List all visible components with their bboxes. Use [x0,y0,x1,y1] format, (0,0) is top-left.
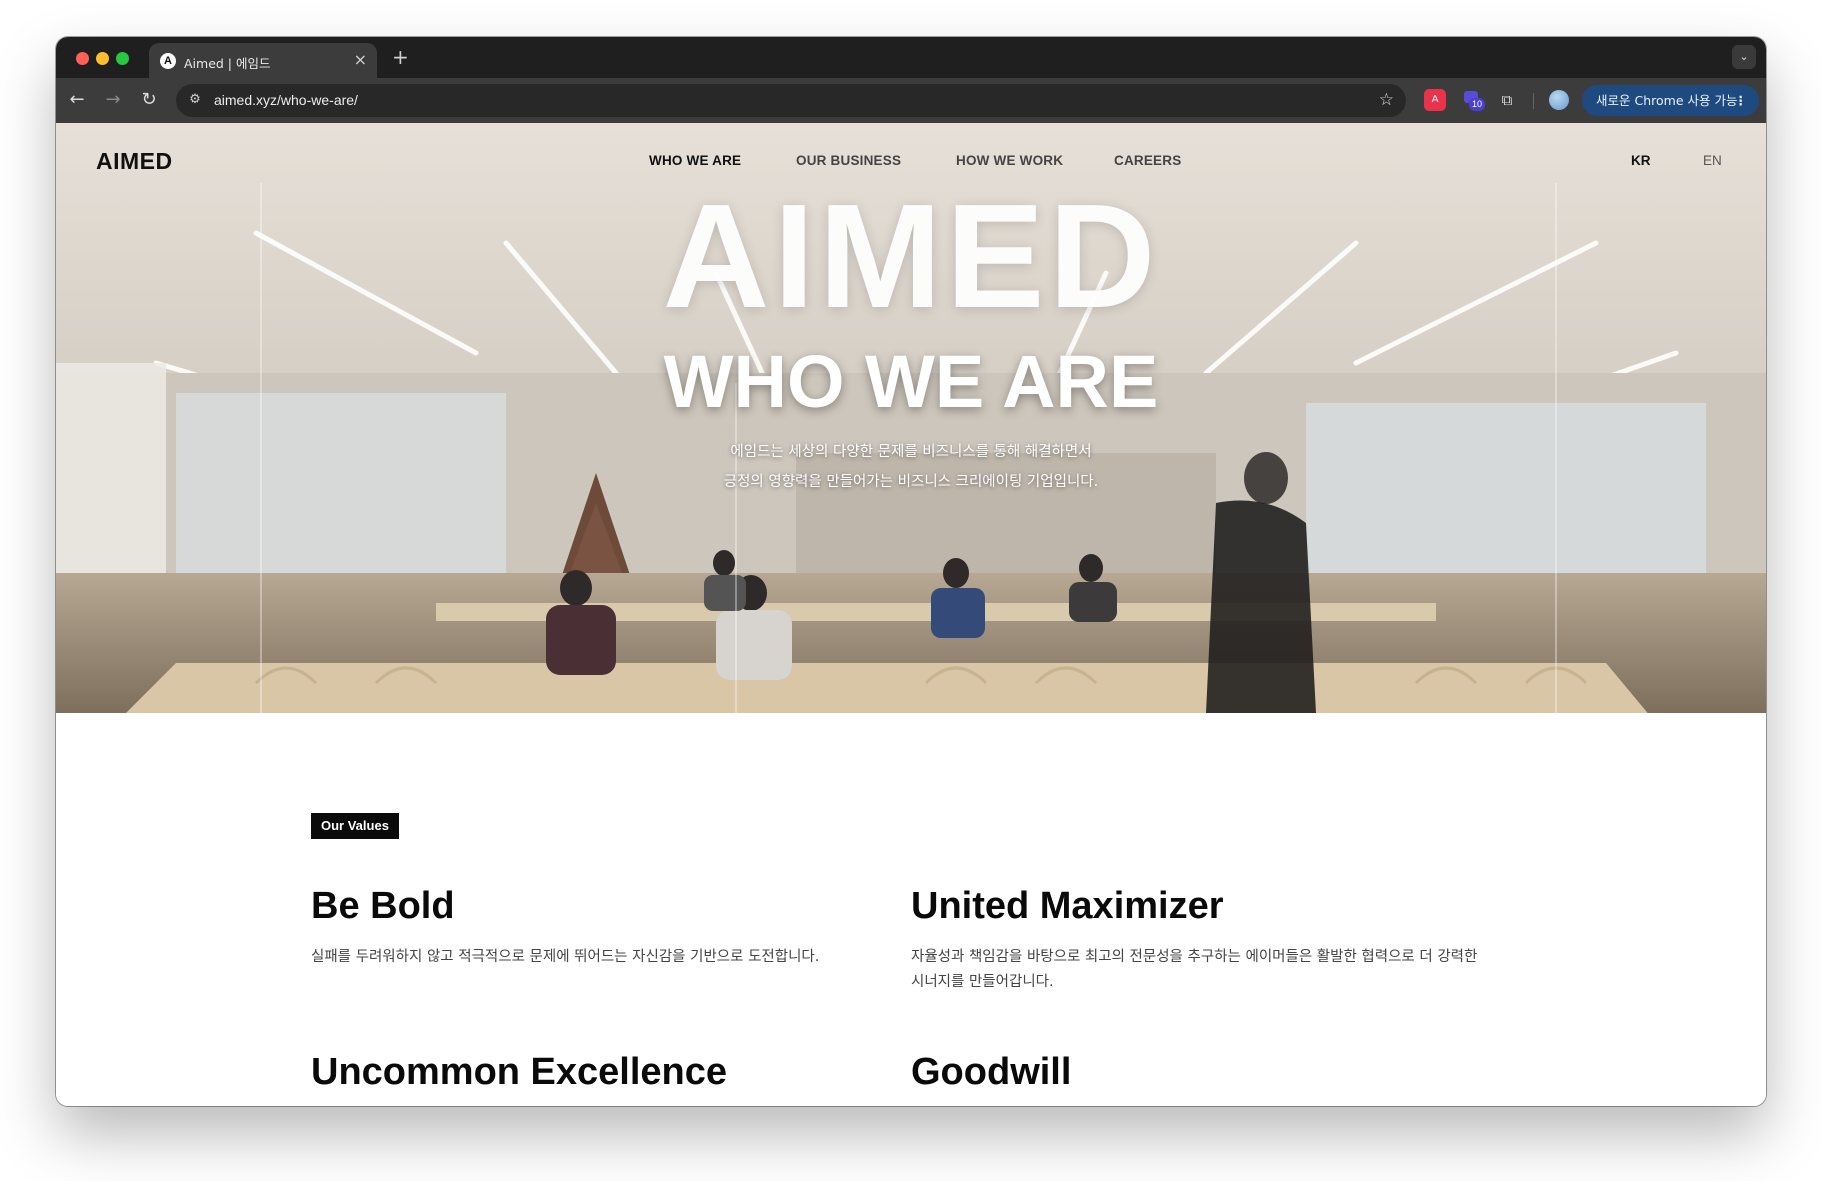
our-values-badge: Our Values [311,813,399,839]
web-page: AIMED WHO WE ARE OUR BUSINESS HOW WE WOR… [56,123,1766,1106]
browser-toolbar: ← → ↻ ⚙ aimed.xyz/who-we-are/ ☆ A 10 ⧉ 새… [56,78,1766,123]
value-title-united-maximizer: United Maximizer [911,885,1224,927]
nav-how-we-work[interactable]: HOW WE WORK [956,153,1063,168]
toolbar-divider [1533,93,1534,109]
hero-subtitle-line2: 긍정의 영향력을 만들어가는 비즈니스 크리에이팅 기업입니다. [723,474,1099,490]
address-bar[interactable]: ⚙ aimed.xyz/who-we-are/ ☆ [176,84,1406,117]
nav-who-we-are[interactable]: WHO WE ARE [649,153,741,168]
profile-avatar[interactable] [1549,90,1569,110]
browser-window: A Aimed | 에임드 × + ⌄ ← → ↻ ⚙ aimed.xyz/wh… [56,37,1766,1106]
site-info-icon[interactable]: ⚙ [186,91,204,109]
minimize-window-button[interactable] [96,52,109,65]
bookmark-star-icon[interactable]: ☆ [1379,90,1394,110]
tab-strip: A Aimed | 에임드 × + ⌄ [56,37,1766,78]
value-desc-united-maximizer-line2: 시너지를 만들어갑니다. [911,974,1054,990]
language-en[interactable]: EN [1703,153,1722,168]
extension-badge-icon[interactable]: 10 [1461,89,1485,111]
value-title-be-bold: Be Bold [311,885,455,927]
reload-icon[interactable]: ↻ [138,89,160,111]
close-tab-icon[interactable]: × [354,50,367,70]
language-kr[interactable]: KR [1631,153,1651,168]
favicon-icon: A [160,53,176,69]
hero-title: WHO WE ARE [663,340,1159,423]
value-title-uncommon-excellence: Uncommon Excellence [311,1051,728,1093]
extension-count: 10 [1469,98,1485,111]
nav-careers[interactable]: CAREERS [1114,153,1181,168]
value-desc-be-bold: 실패를 두려워하지 않고 적극적으로 문제에 뛰어드는 자신감을 기반으로 도전… [311,949,820,965]
nav-our-business[interactable]: OUR BUSINESS [796,153,901,168]
back-icon[interactable]: ← [66,89,88,111]
hero-section: AIMED WHO WE ARE OUR BUSINESS HOW WE WOR… [56,123,1766,713]
hero-subtitle-line1: 에임드는 세상의 다양한 문제를 비즈니스를 통해 해결하면서 [730,444,1092,460]
hero-logo: AIMED [662,174,1160,339]
new-tab-button[interactable]: + [392,45,409,69]
kebab-menu-icon[interactable]: ⋮ [1735,85,1748,116]
site-logo[interactable]: AIMED [96,148,173,175]
close-window-button[interactable] [76,52,89,65]
tab-search-icon[interactable]: ⌄ [1732,45,1756,69]
tab-title: Aimed | 에임드 [184,56,271,71]
value-desc-united-maximizer-line1: 자율성과 책임감을 바탕으로 최고의 전문성을 추구하는 에이머들은 활발한 협… [911,949,1478,965]
translate-extension-icon[interactable]: A [1424,89,1446,111]
value-title-goodwill: Goodwill [911,1051,1072,1093]
forward-icon[interactable]: → [102,89,124,111]
update-label: 새로운 Chrome 사용 가능 [1596,93,1738,108]
extensions-puzzle-icon[interactable]: ⧉ [1496,89,1518,111]
chrome-update-button[interactable]: 새로운 Chrome 사용 가능 ⋮ [1582,85,1759,116]
zoom-window-button[interactable] [116,52,129,65]
browser-tab[interactable]: A Aimed | 에임드 × [149,43,377,78]
url-text[interactable]: aimed.xyz/who-we-are/ [214,92,358,108]
